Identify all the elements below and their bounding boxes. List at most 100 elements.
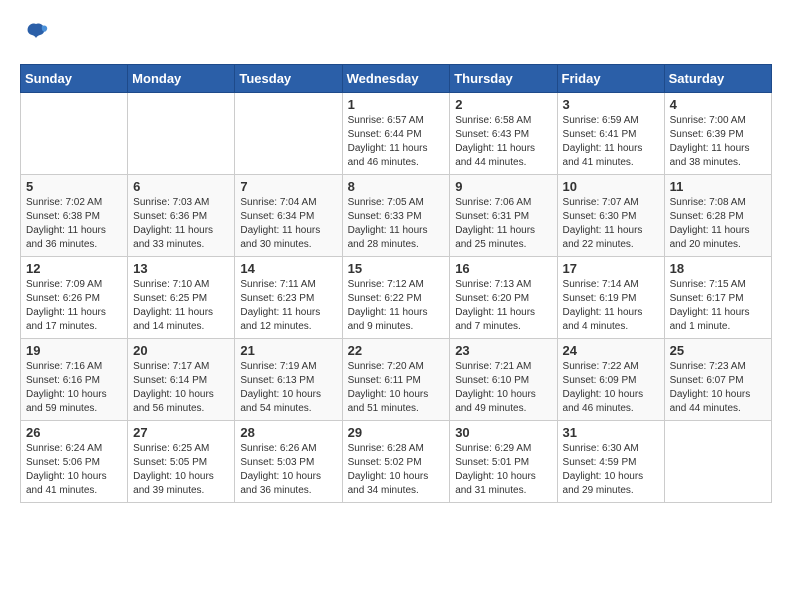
day-number: 15 xyxy=(348,261,445,276)
day-info: Sunrise: 6:58 AM Sunset: 6:43 PM Dayligh… xyxy=(455,114,551,170)
day-info: Sunrise: 7:21 AM Sunset: 6:10 PM Dayligh… xyxy=(455,360,551,416)
day-number: 14 xyxy=(240,261,336,276)
day-number: 21 xyxy=(240,343,336,358)
calendar-cell: 13 Sunrise: 7:10 AM Sunset: 6:25 PM Dayli… xyxy=(128,257,235,339)
weekday-header-monday: Monday xyxy=(128,65,235,93)
calendar-cell: 20Sunrise: 7:17 AM Sunset: 6:14 PM Dayli… xyxy=(128,339,235,421)
day-info: Sunrise: 7:23 AM Sunset: 6:07 PM Dayligh… xyxy=(670,360,766,416)
calendar-cell: 6 Sunrise: 7:03 AM Sunset: 6:36 PM Daylig… xyxy=(128,175,235,257)
weekday-header-tuesday: Tuesday xyxy=(235,65,342,93)
day-number: 22 xyxy=(348,343,445,358)
calendar-cell: 10Sunrise: 7:07 AM Sunset: 6:30 PM Dayli… xyxy=(557,175,664,257)
calendar-cell: 18 Sunrise: 7:15 AM Sunset: 6:17 PM Dayli… xyxy=(664,257,771,339)
day-number: 31 xyxy=(563,425,659,440)
calendar-cell xyxy=(235,93,342,175)
calendar-cell: 19 Sunrise: 7:16 AM Sunset: 6:16 PM Dayli… xyxy=(21,339,128,421)
day-number: 9 xyxy=(455,179,551,194)
day-info: Sunrise: 7:02 AM Sunset: 6:38 PM Dayligh… xyxy=(26,196,122,252)
day-number: 29 xyxy=(348,425,445,440)
day-info: Sunrise: 7:03 AM Sunset: 6:36 PM Dayligh… xyxy=(133,196,229,252)
day-number: 20 xyxy=(133,343,229,358)
day-info: Sunrise: 7:05 AM Sunset: 6:33 PM Dayligh… xyxy=(348,196,445,252)
calendar-cell: 14 Sunrise: 7:11 AM Sunset: 6:23 PM Dayli… xyxy=(235,257,342,339)
day-number: 11 xyxy=(670,179,766,194)
calendar-cell: 15 Sunrise: 7:12 AM Sunset: 6:22 PM Dayli… xyxy=(342,257,450,339)
calendar-cell: 22 Sunrise: 7:20 AM Sunset: 6:11 PM Dayli… xyxy=(342,339,450,421)
calendar-cell: 26 Sunrise: 6:24 AM Sunset: 5:06 PM Dayli… xyxy=(21,421,128,503)
day-info: Sunrise: 7:22 AM Sunset: 6:09 PM Dayligh… xyxy=(563,360,659,416)
day-info: Sunrise: 6:28 AM Sunset: 5:02 PM Dayligh… xyxy=(348,442,445,498)
day-info: Sunrise: 6:24 AM Sunset: 5:06 PM Dayligh… xyxy=(26,442,122,498)
calendar-week-row: 12 Sunrise: 7:09 AM Sunset: 6:26 PM Dayli… xyxy=(21,257,772,339)
day-info: Sunrise: 7:06 AM Sunset: 6:31 PM Dayligh… xyxy=(455,196,551,252)
day-info: Sunrise: 7:12 AM Sunset: 6:22 PM Dayligh… xyxy=(348,278,445,334)
day-info: Sunrise: 7:04 AM Sunset: 6:34 PM Dayligh… xyxy=(240,196,336,252)
day-number: 8 xyxy=(348,179,445,194)
calendar-cell: 11Sunrise: 7:08 AM Sunset: 6:28 PM Dayli… xyxy=(664,175,771,257)
day-number: 16 xyxy=(455,261,551,276)
calendar-week-row: 5 Sunrise: 7:02 AM Sunset: 6:38 PM Daylig… xyxy=(21,175,772,257)
calendar-cell: 1Sunrise: 6:57 AM Sunset: 6:44 PM Daylig… xyxy=(342,93,450,175)
day-info: Sunrise: 6:25 AM Sunset: 5:05 PM Dayligh… xyxy=(133,442,229,498)
day-number: 7 xyxy=(240,179,336,194)
calendar-header-row: SundayMondayTuesdayWednesdayThursdayFrid… xyxy=(21,65,772,93)
day-info: Sunrise: 7:10 AM Sunset: 6:25 PM Dayligh… xyxy=(133,278,229,334)
day-info: Sunrise: 7:20 AM Sunset: 6:11 PM Dayligh… xyxy=(348,360,445,416)
day-number: 27 xyxy=(133,425,229,440)
weekday-header-sunday: Sunday xyxy=(21,65,128,93)
day-info: Sunrise: 7:13 AM Sunset: 6:20 PM Dayligh… xyxy=(455,278,551,334)
calendar-cell: 3 Sunrise: 6:59 AM Sunset: 6:41 PM Daylig… xyxy=(557,93,664,175)
day-info: Sunrise: 7:15 AM Sunset: 6:17 PM Dayligh… xyxy=(670,278,766,334)
calendar-cell: 2Sunrise: 6:58 AM Sunset: 6:43 PM Daylig… xyxy=(450,93,557,175)
day-info: Sunrise: 7:07 AM Sunset: 6:30 PM Dayligh… xyxy=(563,196,659,252)
calendar-cell: 21 Sunrise: 7:19 AM Sunset: 6:13 PM Dayli… xyxy=(235,339,342,421)
day-info: Sunrise: 7:19 AM Sunset: 6:13 PM Dayligh… xyxy=(240,360,336,416)
day-number: 6 xyxy=(133,179,229,194)
calendar-table: SundayMondayTuesdayWednesdayThursdayFrid… xyxy=(20,64,772,503)
day-info: Sunrise: 7:11 AM Sunset: 6:23 PM Dayligh… xyxy=(240,278,336,334)
calendar-cell xyxy=(21,93,128,175)
day-number: 18 xyxy=(670,261,766,276)
day-info: Sunrise: 7:09 AM Sunset: 6:26 PM Dayligh… xyxy=(26,278,122,334)
calendar-cell: 9 Sunrise: 7:06 AM Sunset: 6:31 PM Daylig… xyxy=(450,175,557,257)
day-number: 5 xyxy=(26,179,122,194)
logo xyxy=(20,20,50,48)
calendar-cell: 8 Sunrise: 7:05 AM Sunset: 6:33 PM Daylig… xyxy=(342,175,450,257)
calendar-cell: 30 Sunrise: 6:29 AM Sunset: 5:01 PM Dayli… xyxy=(450,421,557,503)
day-number: 13 xyxy=(133,261,229,276)
weekday-header-friday: Friday xyxy=(557,65,664,93)
calendar-cell: 4Sunrise: 7:00 AM Sunset: 6:39 PM Daylig… xyxy=(664,93,771,175)
calendar-cell: 7 Sunrise: 7:04 AM Sunset: 6:34 PM Daylig… xyxy=(235,175,342,257)
calendar-cell: 25 Sunrise: 7:23 AM Sunset: 6:07 PM Dayli… xyxy=(664,339,771,421)
day-number: 25 xyxy=(670,343,766,358)
logo-bird-icon xyxy=(22,20,50,48)
day-number: 19 xyxy=(26,343,122,358)
calendar-week-row: 1Sunrise: 6:57 AM Sunset: 6:44 PM Daylig… xyxy=(21,93,772,175)
weekday-header-saturday: Saturday xyxy=(664,65,771,93)
calendar-cell xyxy=(128,93,235,175)
day-info: Sunrise: 7:16 AM Sunset: 6:16 PM Dayligh… xyxy=(26,360,122,416)
day-number: 1 xyxy=(348,97,445,112)
day-number: 30 xyxy=(455,425,551,440)
day-info: Sunrise: 6:26 AM Sunset: 5:03 PM Dayligh… xyxy=(240,442,336,498)
day-number: 24 xyxy=(563,343,659,358)
calendar-week-row: 19 Sunrise: 7:16 AM Sunset: 6:16 PM Dayli… xyxy=(21,339,772,421)
page-header xyxy=(20,20,772,48)
day-info: Sunrise: 6:30 AM Sunset: 4:59 PM Dayligh… xyxy=(563,442,659,498)
day-number: 26 xyxy=(26,425,122,440)
calendar-cell: 12 Sunrise: 7:09 AM Sunset: 6:26 PM Dayli… xyxy=(21,257,128,339)
day-number: 3 xyxy=(563,97,659,112)
day-number: 12 xyxy=(26,261,122,276)
day-info: Sunrise: 6:29 AM Sunset: 5:01 PM Dayligh… xyxy=(455,442,551,498)
calendar-week-row: 26 Sunrise: 6:24 AM Sunset: 5:06 PM Dayli… xyxy=(21,421,772,503)
day-number: 23 xyxy=(455,343,551,358)
calendar-cell: 31 Sunrise: 6:30 AM Sunset: 4:59 PM Dayli… xyxy=(557,421,664,503)
day-number: 17 xyxy=(563,261,659,276)
calendar-cell: 23 Sunrise: 7:21 AM Sunset: 6:10 PM Dayli… xyxy=(450,339,557,421)
weekday-header-wednesday: Wednesday xyxy=(342,65,450,93)
day-info: Sunrise: 7:14 AM Sunset: 6:19 PM Dayligh… xyxy=(563,278,659,334)
calendar-cell: 27 Sunrise: 6:25 AM Sunset: 5:05 PM Dayli… xyxy=(128,421,235,503)
weekday-header-thursday: Thursday xyxy=(450,65,557,93)
day-info: Sunrise: 6:59 AM Sunset: 6:41 PM Dayligh… xyxy=(563,114,659,170)
calendar-cell: 24 Sunrise: 7:22 AM Sunset: 6:09 PM Dayli… xyxy=(557,339,664,421)
